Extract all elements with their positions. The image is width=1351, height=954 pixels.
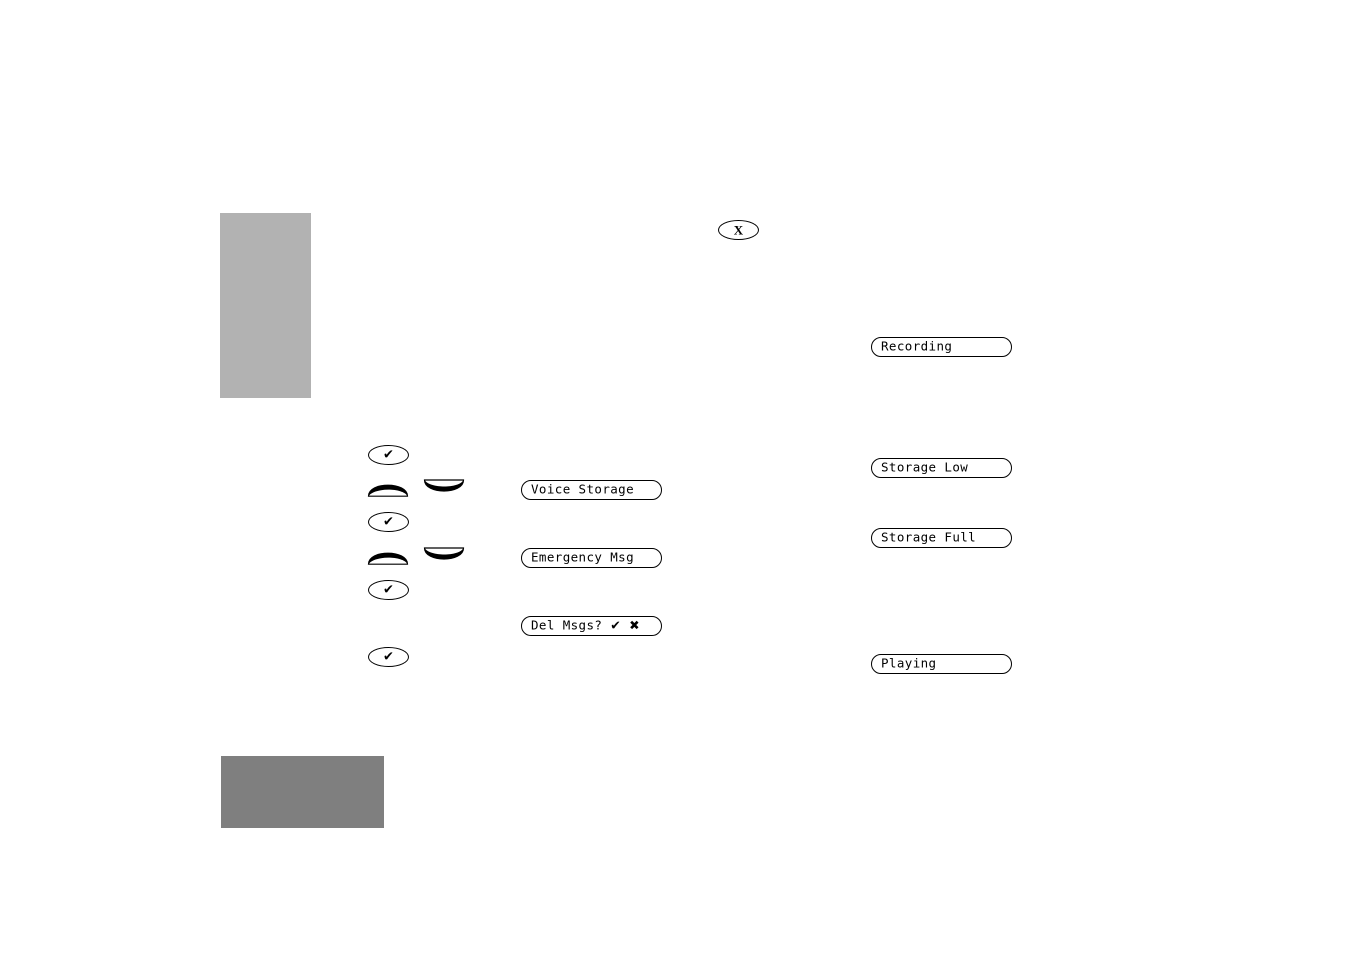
step-display-voice-storage-text: Voice Storage: [531, 481, 635, 497]
scroll-down-key-icon: [423, 547, 465, 560]
x-key-icon: X: [733, 222, 744, 237]
status-display-recording-text: Recording: [881, 338, 953, 354]
status-display-recording: Recording: [871, 337, 1012, 357]
confirm-key-button-step6[interactable]: ✔: [368, 647, 409, 667]
check-key-icon: ✔: [383, 582, 394, 597]
confirm-check-icon: ✔: [610, 617, 622, 633]
step-display-delete-messages-prompt: Del Msgs? ✔ ✖: [521, 616, 662, 636]
upper-illustration-placeholder: [220, 213, 311, 398]
status-display-storage-low-text: Storage Low: [881, 459, 969, 475]
scroll-up-key-icon: [367, 484, 409, 497]
step-display-voice-storage: Voice Storage: [521, 480, 662, 500]
check-key-icon: ✔: [383, 447, 394, 462]
status-display-storage-low: Storage Low: [871, 458, 1012, 478]
confirm-key-button-step1[interactable]: ✔: [368, 445, 409, 465]
scroll-down-key-icon: [423, 479, 465, 492]
step-display-delete-messages-line: Del Msgs? ✔ ✖: [531, 619, 640, 632]
lower-illustration-placeholder: [221, 756, 384, 828]
scroll-up-key-icon: [367, 552, 409, 565]
cancel-key-button[interactable]: X: [718, 220, 759, 240]
status-display-playing-text: Playing: [881, 655, 937, 671]
scroll-down-key-button-step2[interactable]: [423, 477, 465, 499]
prompt-spacer: [621, 617, 629, 632]
check-key-icon: ✔: [383, 649, 394, 664]
step-display-emergency-msg-text: Emergency Msg: [531, 549, 635, 565]
status-display-storage-full-text: Storage Full: [881, 529, 977, 545]
scroll-up-key-button-step2[interactable]: [367, 477, 409, 499]
scroll-down-key-button-step4[interactable]: [423, 545, 465, 567]
manual-page: X Recording ✔ Storage Low Voice Storage …: [0, 0, 1351, 954]
cancel-cross-icon: ✖: [629, 617, 640, 633]
scroll-up-key-button-step4[interactable]: [367, 545, 409, 567]
status-display-storage-full: Storage Full: [871, 528, 1012, 548]
confirm-key-button-step5[interactable]: ✔: [368, 580, 409, 600]
status-display-playing: Playing: [871, 654, 1012, 674]
delete-messages-prompt-text: Del Msgs?: [531, 617, 611, 633]
step-display-emergency-msg: Emergency Msg: [521, 548, 662, 568]
check-key-icon: ✔: [383, 514, 394, 529]
confirm-key-button-step3[interactable]: ✔: [368, 512, 409, 532]
